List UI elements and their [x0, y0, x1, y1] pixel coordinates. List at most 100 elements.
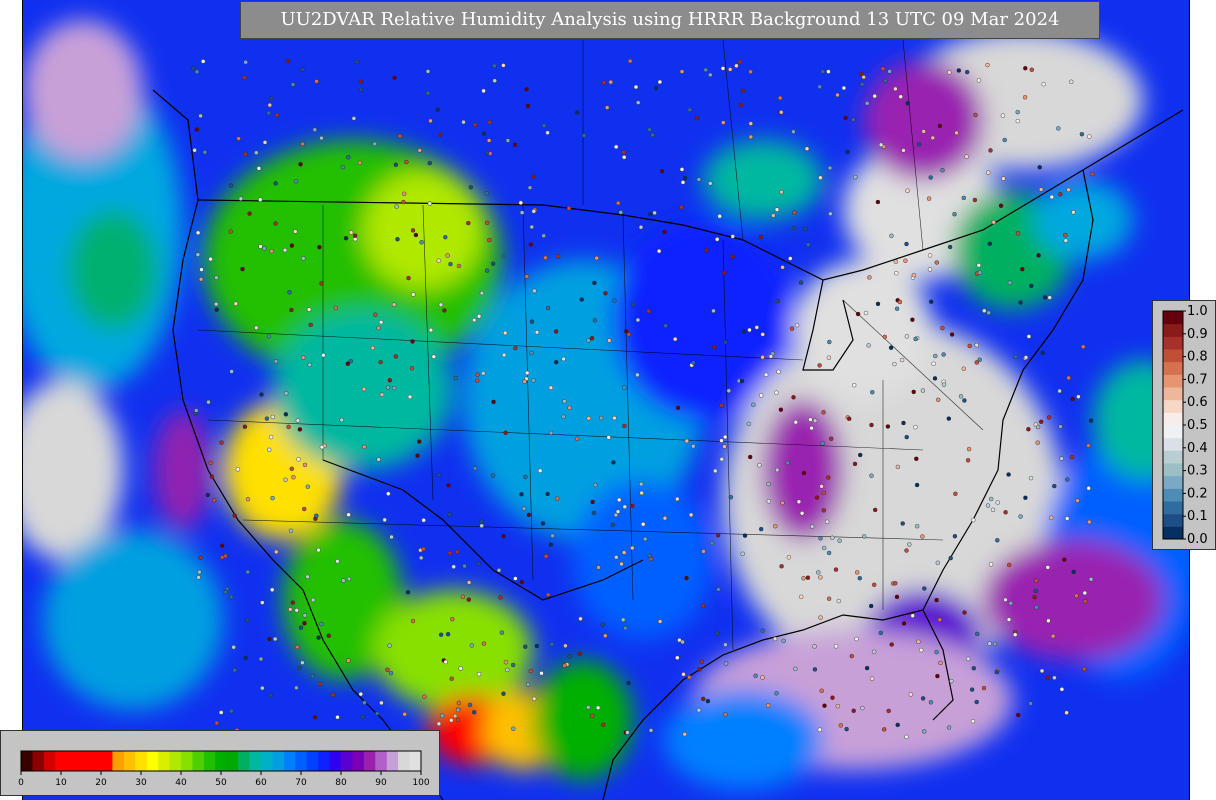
station-dot — [298, 625, 304, 630]
station-dot — [849, 653, 854, 659]
station-dot — [740, 88, 746, 94]
rh-tick-label: 100 — [412, 778, 429, 788]
station-dot — [194, 127, 200, 132]
humidity-field — [23, 0, 1189, 800]
station-dot — [913, 425, 918, 430]
station-dot — [941, 352, 946, 357]
station-dot — [317, 681, 323, 687]
rh-colorbar-swatch — [363, 751, 376, 771]
station-dot — [630, 503, 635, 509]
station-dot — [675, 405, 681, 410]
station-dot — [242, 75, 247, 80]
station-dot — [455, 549, 460, 554]
rh-colorbar-swatch — [89, 751, 102, 771]
station-dot — [988, 148, 993, 153]
station-dot — [709, 540, 715, 546]
ratio-tick-label: 0.3 — [1187, 464, 1208, 479]
station-dot — [1079, 131, 1085, 137]
station-dot — [886, 708, 891, 714]
station-dot — [995, 500, 1000, 505]
station-dot — [853, 174, 858, 180]
station-dot — [715, 237, 720, 242]
station-dot — [722, 270, 727, 275]
station-dot — [791, 129, 796, 135]
station-dot — [841, 85, 847, 91]
station-dot — [601, 722, 606, 727]
station-dot — [809, 425, 814, 431]
station-dot — [1020, 266, 1025, 272]
station-dot — [491, 399, 496, 405]
station-dot — [526, 512, 532, 518]
station-dot — [1029, 67, 1034, 73]
station-dot — [503, 330, 508, 336]
rh-colorbar: 0 10 20 30 40 50 60 70 80 90 100 — [0, 730, 440, 796]
station-dot — [528, 242, 533, 247]
station-dot — [333, 305, 338, 310]
station-dot — [402, 191, 407, 197]
station-dot — [595, 705, 601, 710]
station-dot — [614, 555, 619, 560]
station-dot — [447, 550, 453, 556]
station-dot — [625, 730, 630, 735]
rh-tick-label: 70 — [295, 778, 307, 788]
ratio-tick-label: 0.0 — [1187, 532, 1208, 547]
station-dot — [417, 148, 422, 153]
station-dot — [219, 555, 225, 560]
station-dot — [847, 416, 852, 421]
station-dot — [389, 534, 394, 540]
station-dot — [231, 645, 236, 650]
station-dot — [988, 562, 994, 567]
station-dot — [803, 226, 808, 232]
station-dot — [1066, 187, 1071, 193]
station-dot — [1048, 515, 1054, 520]
rh-colorbar-swatch — [249, 751, 262, 771]
station-dot — [801, 470, 807, 476]
station-dot — [860, 705, 865, 711]
station-dot — [1045, 675, 1051, 680]
station-dot — [739, 378, 745, 384]
station-dot — [425, 90, 431, 96]
ratio-colorbar-swatch — [1163, 311, 1183, 325]
station-dot — [905, 101, 910, 106]
station-dot — [974, 342, 979, 348]
ratio-tick-label: 0.7 — [1187, 372, 1208, 387]
station-dot — [317, 244, 322, 250]
station-dot — [256, 166, 262, 171]
station-dot — [235, 467, 241, 472]
station-dot — [1033, 588, 1038, 594]
station-dot — [961, 195, 966, 201]
station-dot — [791, 395, 796, 400]
station-dot — [711, 308, 716, 314]
station-dot — [228, 183, 234, 188]
station-dot — [395, 236, 400, 242]
station-dot — [503, 430, 508, 435]
station-dot — [628, 58, 633, 64]
station-dot — [529, 319, 535, 324]
station-dot — [288, 607, 293, 612]
station-dot — [247, 211, 252, 216]
station-dot — [306, 307, 312, 312]
station-dot — [904, 734, 909, 740]
station-dot — [302, 613, 307, 618]
station-dot — [998, 203, 1004, 208]
station-dot — [545, 130, 550, 135]
station-dot — [561, 414, 566, 419]
station-dot — [970, 719, 976, 724]
station-dot — [297, 427, 303, 432]
station-dot — [219, 543, 225, 548]
station-dot — [719, 457, 724, 462]
station-dot — [302, 506, 307, 512]
station-dot — [232, 513, 237, 518]
station-dot — [534, 643, 540, 649]
station-dot — [466, 220, 471, 226]
rh-colorbar-swatch — [386, 751, 399, 771]
station-dot — [852, 383, 857, 388]
station-dot — [930, 135, 935, 141]
station-dot — [934, 260, 939, 265]
station-dot — [870, 390, 875, 395]
station-dot — [590, 499, 595, 505]
station-dot — [705, 698, 711, 704]
station-dot — [451, 564, 456, 569]
station-dot — [296, 457, 301, 462]
ratio-colorbar-swatch — [1163, 361, 1183, 375]
